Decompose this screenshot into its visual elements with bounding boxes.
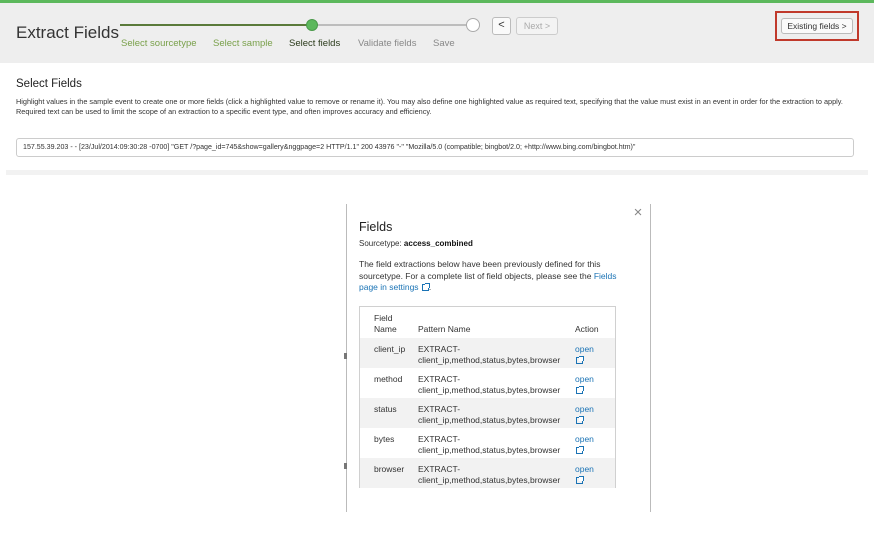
fields-modal-description: The field extractions below have been pr… [359, 259, 617, 292]
field-name-cell: status [374, 404, 397, 414]
sourcetype-label: Sourcetype: [359, 239, 404, 248]
external-link-icon [576, 356, 584, 364]
step-select-fields[interactable]: Select fields [289, 38, 340, 49]
header-field-name: Field Name [374, 313, 397, 334]
panel-shadow [6, 170, 868, 175]
step-progress-remaining [312, 24, 473, 26]
instructions-text: Highlight values in the sample event to … [16, 97, 843, 116]
open-action-link[interactable]: open [575, 404, 594, 426]
step-select-sample[interactable]: Select sample [213, 38, 273, 49]
step-indicator-next [466, 18, 480, 32]
step-progress-completed [120, 24, 312, 26]
step-validate-fields: Validate fields [358, 38, 417, 49]
table-row: method EXTRACT-client_ip,method,status,b… [360, 368, 615, 398]
existing-fields-button[interactable]: Existing fields > [781, 18, 853, 34]
fields-popover-right-edge [650, 204, 651, 512]
table-row: status EXTRACT-client_ip,method,status,b… [360, 398, 615, 428]
header-action: Action [575, 324, 599, 334]
close-icon[interactable]: × [631, 205, 645, 220]
field-name-cell: browser [374, 464, 405, 474]
open-action-link[interactable]: open [575, 344, 594, 366]
sourcetype-row: Sourcetype: access_combined [359, 239, 473, 248]
external-link-icon [576, 386, 584, 394]
open-action-link[interactable]: open [575, 374, 594, 396]
external-link-icon [421, 283, 430, 291]
pattern-name-cell: EXTRACT-client_ip,method,status,bytes,br… [418, 404, 561, 425]
table-row: client_ip EXTRACT-client_ip,method,statu… [360, 338, 615, 368]
table-row: bytes EXTRACT-client_ip,method,status,by… [360, 428, 615, 458]
external-link-icon [576, 476, 584, 484]
step-select-sourcetype[interactable]: Select sourcetype [121, 38, 197, 49]
existing-fields-highlight: Existing fields > [775, 11, 859, 41]
previous-button[interactable]: < [492, 17, 511, 35]
pattern-name-cell: EXTRACT-client_ip,method,status,bytes,br… [418, 374, 561, 395]
popover-edge-mark [344, 353, 347, 359]
fields-table: Field Name Pattern Name Action client_ip… [359, 306, 616, 488]
next-button[interactable]: Next > [516, 17, 558, 35]
header-pattern-name: Pattern Name [418, 324, 471, 334]
section-title: Select Fields [16, 78, 82, 90]
field-name-cell: method [374, 374, 403, 384]
open-action-link[interactable]: open [575, 464, 594, 486]
sourcetype-value: access_combined [403, 239, 473, 248]
extract-fields-header: Extract Fields Select sourcetype Select … [0, 3, 874, 63]
pattern-name-cell: EXTRACT-client_ip,method,status,bytes,br… [418, 464, 561, 485]
external-link-icon [576, 416, 584, 424]
popover-edge-mark [344, 463, 347, 469]
table-row: browser EXTRACT-client_ip,method,status,… [360, 458, 615, 488]
sample-event[interactable]: 157.55.39.203 - - [23/Jul/2014:09:30:28 … [16, 138, 854, 157]
step-save: Save [433, 38, 455, 49]
external-link-icon [576, 446, 584, 454]
field-name-cell: bytes [374, 434, 395, 444]
table-header: Field Name Pattern Name Action [360, 307, 615, 338]
fields-modal-title: Fields [359, 220, 393, 234]
field-name-cell: client_ip [374, 344, 406, 354]
step-indicator-current [306, 19, 318, 31]
description-text: The field extractions below have been pr… [359, 259, 601, 281]
open-action-link[interactable]: open [575, 434, 594, 456]
pattern-name-cell: EXTRACT-client_ip,method,status,bytes,br… [418, 344, 561, 365]
pattern-name-cell: EXTRACT-client_ip,method,status,bytes,br… [418, 434, 561, 455]
page-title: Extract Fields [16, 23, 119, 42]
select-fields-panel: Select Fields Highlight values in the sa… [6, 66, 868, 170]
